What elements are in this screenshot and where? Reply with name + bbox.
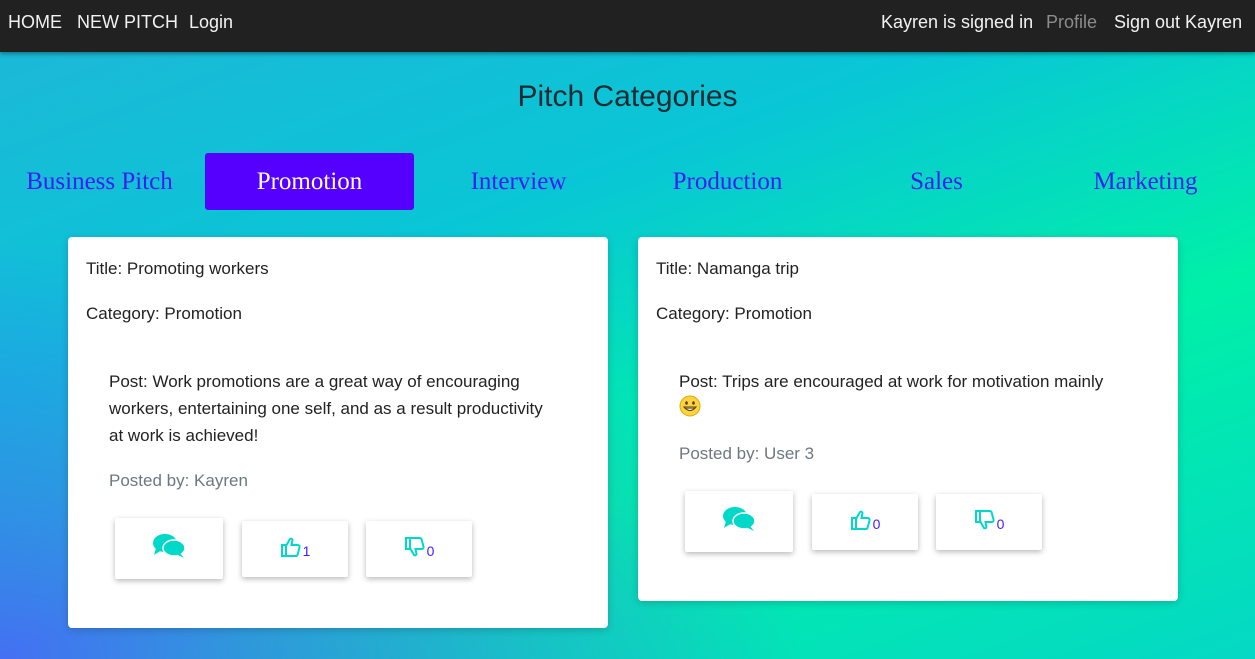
pitch-card: Title: Promoting workers Category: Promo… xyxy=(68,237,608,628)
nav-new-pitch-link[interactable]: NEW PITCH xyxy=(77,12,178,33)
category-tab-sales[interactable]: Sales xyxy=(832,153,1041,210)
comments-icon xyxy=(722,505,756,538)
comment-button[interactable] xyxy=(685,491,793,552)
pitch-post-line: Post: Work promotions are a great way of… xyxy=(109,372,520,391)
like-count: 0 xyxy=(872,516,881,532)
pitch-post-line: Post: Trips are encouraged at work for m… xyxy=(679,372,1104,391)
pitch-title: Title: Namanga trip xyxy=(656,259,799,278)
grinning-face-emoji xyxy=(679,395,701,425)
dislike-button[interactable]: 0 xyxy=(366,521,472,577)
comment-button[interactable] xyxy=(115,518,223,579)
category-tab-business-pitch[interactable]: Business Pitch xyxy=(0,153,204,210)
signed-in-status: Kayren is signed in xyxy=(881,12,1034,32)
thumbs-down-icon xyxy=(404,536,426,563)
dislike-count: 0 xyxy=(426,543,435,559)
pitch-post-line: workers, entertaining one self, and as a… xyxy=(109,399,543,418)
category-tab-production[interactable]: Production xyxy=(623,153,832,210)
category-tab-marketing[interactable]: Marketing xyxy=(1041,153,1250,210)
category-tab-promotion[interactable]: Promotion xyxy=(205,153,414,210)
pitch-post: Post: Trips are encouraged at work for m… xyxy=(679,368,1103,425)
nav-home-link[interactable]: HOME xyxy=(8,12,62,33)
pitch-category: Category: Promotion xyxy=(656,304,812,323)
nav-profile-link[interactable]: Profile xyxy=(1046,12,1097,33)
pitch-post-emoji-line xyxy=(679,395,1103,425)
page-title: Pitch Categories xyxy=(517,80,738,113)
pitch-card: Title: Namanga trip Category: Promotion … xyxy=(638,237,1178,601)
nav-sign-out-link[interactable]: Sign out Kayren xyxy=(1114,12,1242,33)
dislike-count: 0 xyxy=(996,516,1005,532)
comments-icon xyxy=(152,532,186,565)
thumbs-up-icon xyxy=(850,509,872,536)
top-navbar: HOME NEW PITCH Login Kayren is signed in… xyxy=(0,0,1255,52)
pitch-posted-by: Posted by: User 3 xyxy=(679,444,815,463)
pitch-category: Category: Promotion xyxy=(86,304,242,323)
like-button[interactable]: 1 xyxy=(242,521,348,577)
pitch-post-line: at work is achieved! xyxy=(109,426,259,445)
nav-login-link[interactable]: Login xyxy=(189,12,233,33)
category-tab-interview[interactable]: Interview xyxy=(414,153,623,210)
like-button[interactable]: 0 xyxy=(812,494,918,550)
thumbs-up-icon xyxy=(280,536,302,563)
like-count: 1 xyxy=(302,543,311,559)
pitch-posted-by: Posted by: Kayren xyxy=(109,471,248,490)
pitch-title: Title: Promoting workers xyxy=(86,259,269,278)
dislike-button[interactable]: 0 xyxy=(936,494,1042,550)
pitch-post: Post: Work promotions are a great way of… xyxy=(109,368,543,449)
thumbs-down-icon xyxy=(974,509,996,536)
